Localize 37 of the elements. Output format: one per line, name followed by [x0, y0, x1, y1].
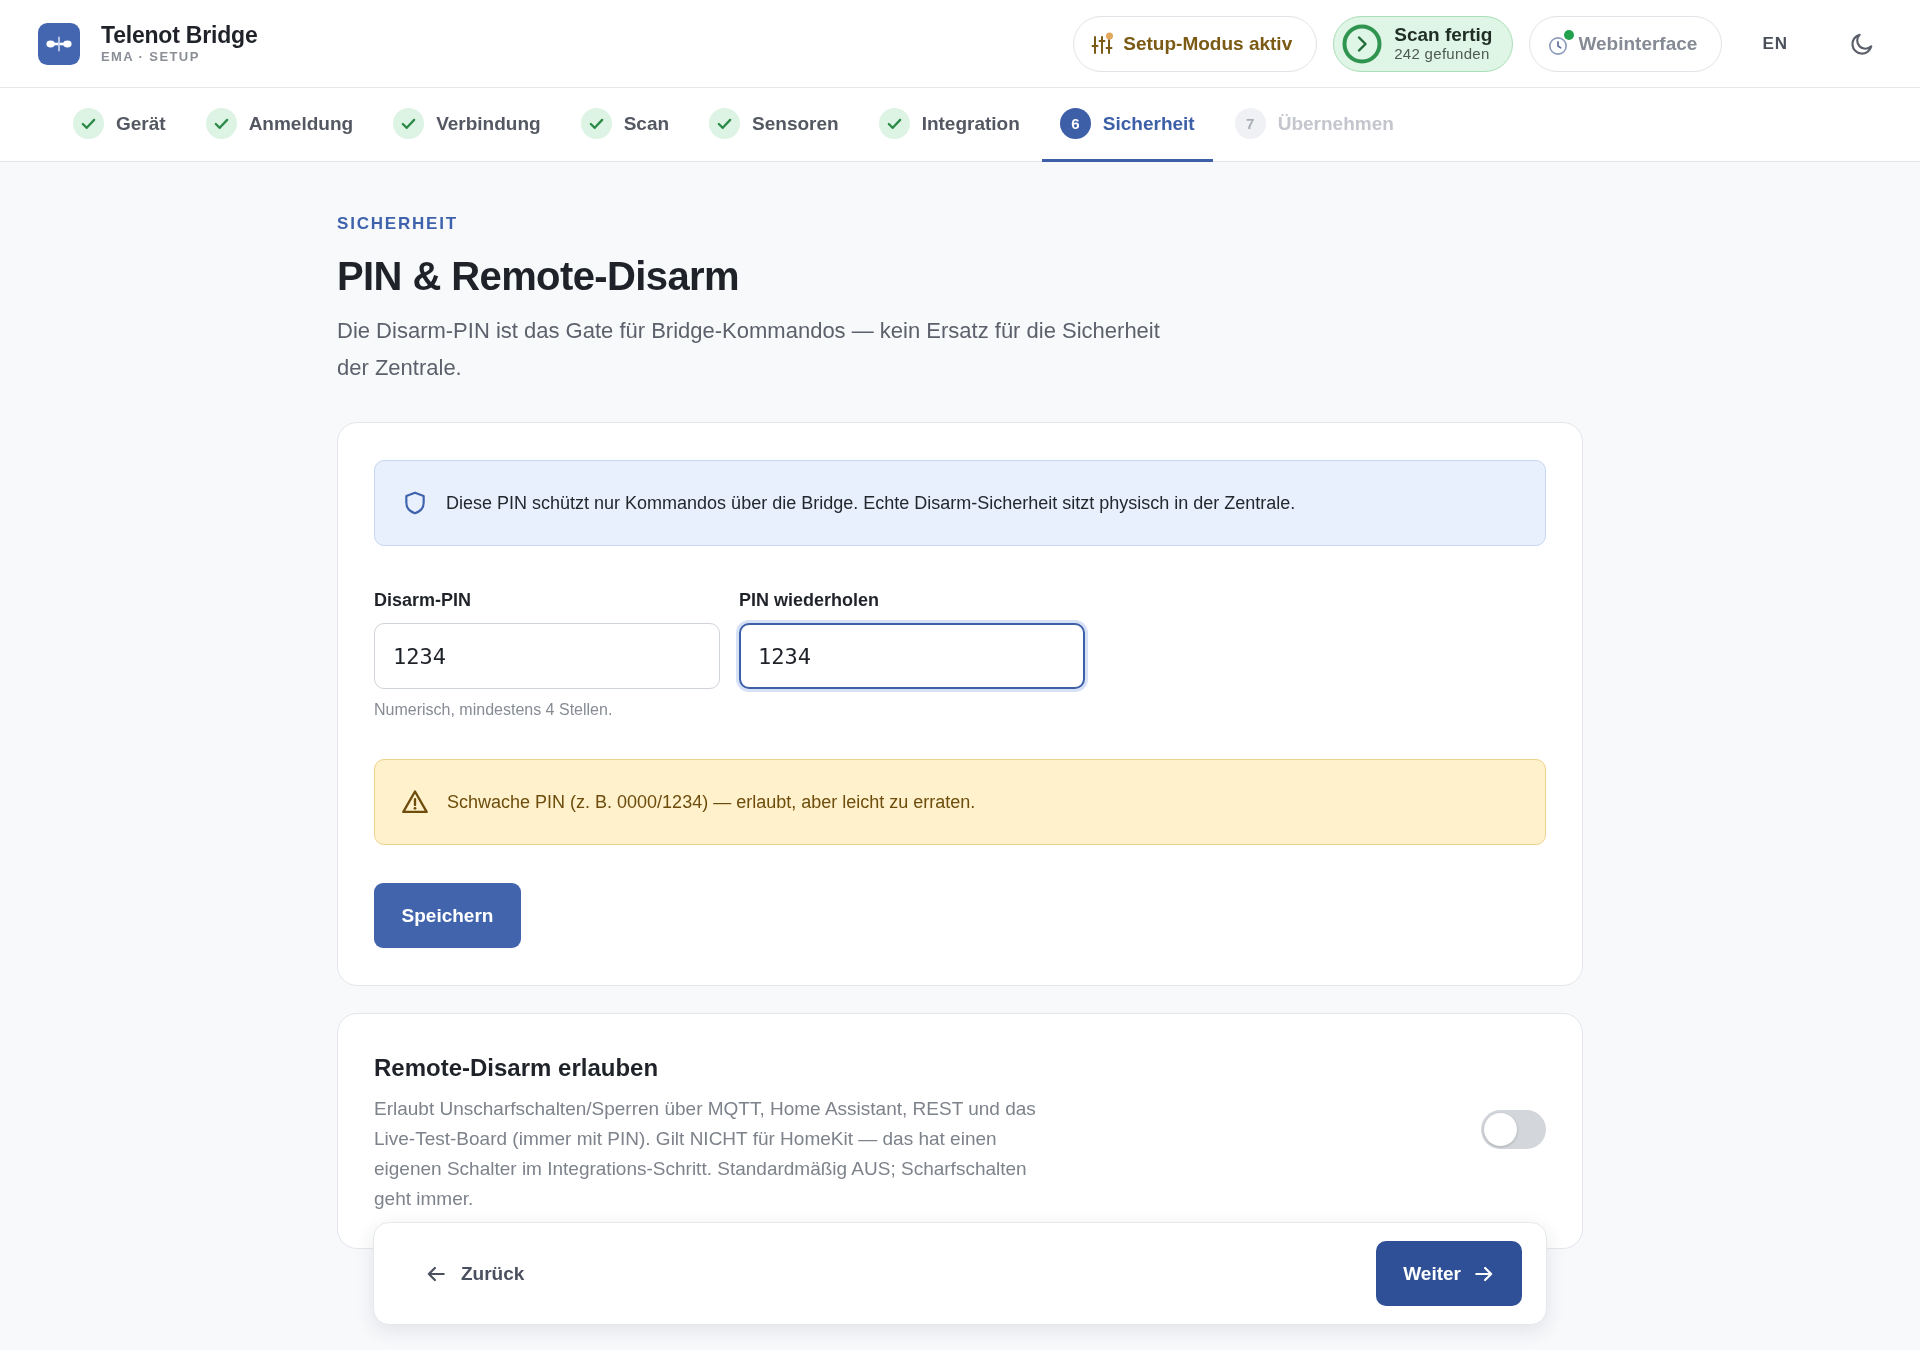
step-number: 7 — [1234, 108, 1266, 139]
field-label: Disarm-PIN — [374, 590, 472, 611]
setup-mode-label: Setup-Modus aktiv — [1123, 32, 1293, 55]
step-tab[interactable]: Sensoren — [691, 88, 857, 162]
toggle-switch[interactable] — [1481, 1109, 1546, 1149]
pin-input-field[interactable]: 1234 — [374, 623, 720, 689]
sliders-icon — [1090, 31, 1115, 56]
step-tab[interactable]: Scan — [562, 88, 688, 162]
step-tab[interactable]: 6 Sicherheit — [1041, 88, 1213, 162]
scan-status-detail: 242 gefunden — [1394, 45, 1491, 63]
section-eyebrow: SICHERHEIT — [337, 214, 458, 234]
field-hint: Numerisch, mindestens 4 Stellen. — [374, 701, 613, 719]
remote-disarm-description: Erlaubt Unscharfschalten/Sperren über MQTT, Home Assistant, REST und das Live-Test-Board (immer mit PIN). Gilt NICHT für HomeKit — das hat einen eigenen Schalter im Integrations-Schritt. Standardmäßig AUS; Scharfschalten geht immer. — [374, 1097, 1037, 1211]
scan-status-title: Scan fertig — [1394, 24, 1493, 45]
app-subtitle: EMA · SETUP — [101, 49, 201, 65]
warning-icon — [401, 788, 429, 816]
remote-disarm-title: Remote-Disarm erlauben — [374, 1054, 659, 1082]
shield-icon — [402, 490, 428, 516]
clock-icon — [1548, 35, 1569, 56]
step-tab[interactable]: Integration — [860, 88, 1038, 162]
page-description: Die Disarm-PIN ist das Gate für Bridge-Kommandos — kein Ersatz für die Sicherheit der Zentrale. — [337, 317, 1161, 382]
page-title: PIN & Remote-Disarm — [337, 253, 740, 300]
step-tab[interactable]: Verbindung — [375, 88, 559, 162]
field-label: PIN wiederholen — [739, 590, 880, 611]
logo-icon — [38, 22, 80, 65]
step-number: 6 — [1059, 108, 1091, 139]
language-button[interactable]: EN — [1750, 25, 1800, 62]
step-tab[interactable]: Anmeldung — [187, 88, 372, 162]
save-button[interactable]: Speichern — [374, 883, 521, 948]
info-text: Diese PIN schützt nur Kommandos über die Bridge. Echte Disarm-Sicherheit sitzt physisch in der Zentrale. — [446, 492, 1296, 514]
app-title: Telenot Bridge — [101, 22, 258, 48]
next-button[interactable]: Weiter — [1376, 1241, 1522, 1306]
back-button[interactable]: Zurück — [398, 1245, 551, 1302]
chevron-circle-icon — [1342, 23, 1383, 64]
pin-input-field[interactable]: 1234 — [739, 623, 1085, 689]
step-tab[interactable]: Gerät — [55, 88, 184, 162]
warning-text: Schwache PIN (z. B. 0000/1234) — erlaubt, aber leicht zu erraten. — [447, 791, 976, 813]
